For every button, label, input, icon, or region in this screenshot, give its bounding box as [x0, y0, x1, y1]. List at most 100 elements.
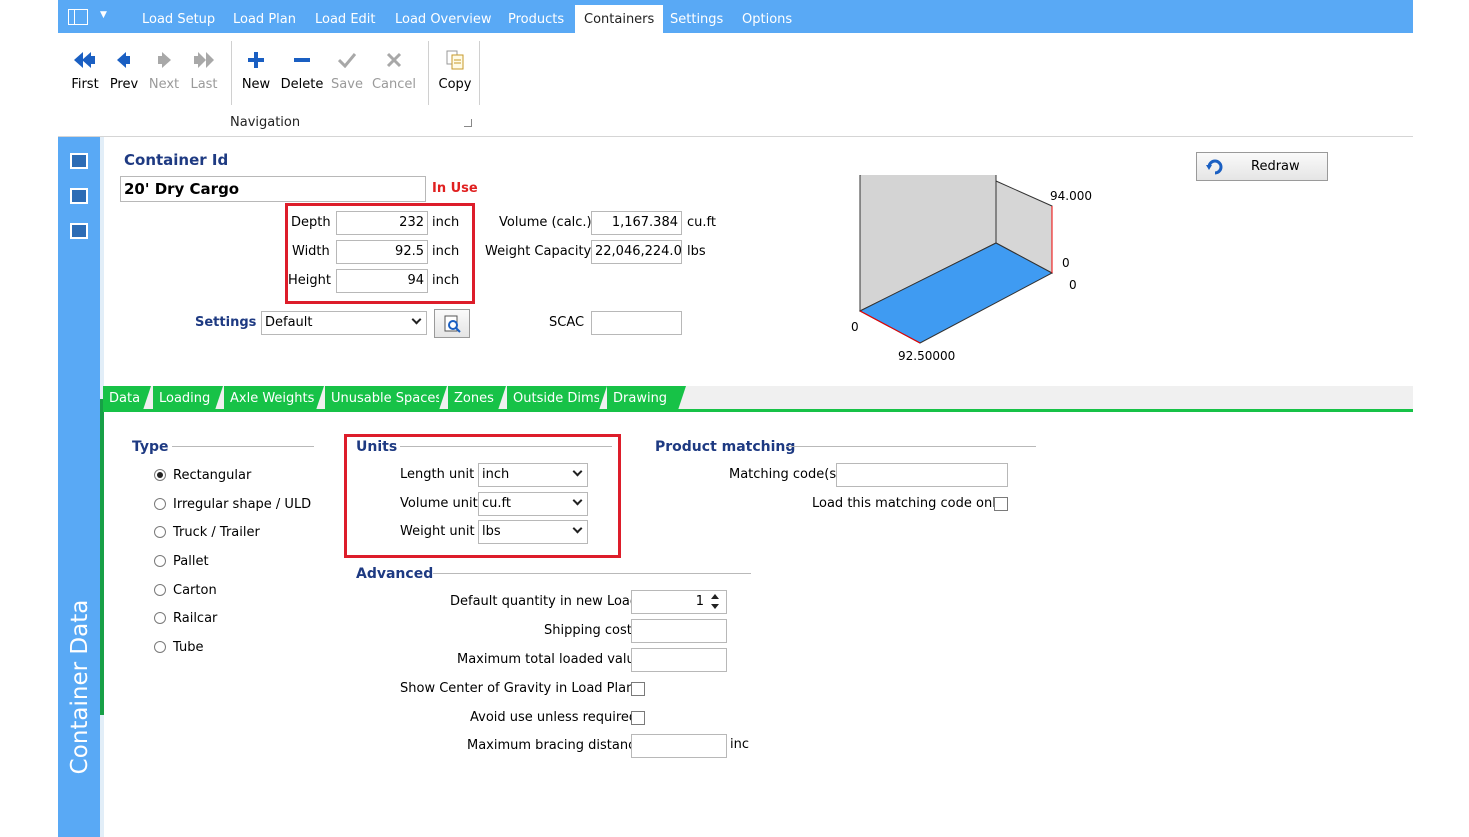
redraw-button[interactable]: Redraw [1196, 152, 1328, 181]
save-button[interactable]: Save [330, 47, 364, 92]
volume-unit-label: Volume unit [400, 496, 478, 511]
magnifier-document-icon [444, 315, 461, 333]
prev-button[interactable]: Prev [108, 47, 140, 92]
radio-tube[interactable] [154, 641, 166, 653]
max-bracing-distance-label: Maximum bracing distance [467, 738, 644, 753]
matching-codes-label: Matching code(s) [729, 467, 842, 482]
cancel-button[interactable]: Cancel [371, 47, 417, 92]
delete-button[interactable]: Delete [280, 47, 324, 92]
scac-input[interactable] [591, 311, 682, 335]
sidebar-edge [100, 137, 104, 837]
tab-load-overview[interactable]: Load Overview [395, 0, 492, 33]
tree-view-icon[interactable] [70, 153, 88, 169]
first-button[interactable]: First [68, 47, 102, 92]
app-menu-icon[interactable] [68, 9, 88, 25]
length-unit-label: Length unit [400, 467, 475, 482]
weight-capacity-label: Weight Capacity [485, 244, 592, 259]
copy-button[interactable]: Copy [436, 47, 474, 92]
depth-unit: inch [432, 215, 460, 230]
tab-options[interactable]: Options [742, 0, 792, 33]
weight-unit: lbs [687, 244, 706, 259]
type-option-label: Pallet [173, 554, 209, 569]
list-view-icon[interactable] [70, 188, 88, 204]
drawing-zero-label-a: 0 [1062, 256, 1070, 270]
settings-preview-button[interactable] [434, 309, 470, 338]
radio-rectangular[interactable] [154, 469, 166, 481]
dialog-launcher-icon[interactable] [464, 119, 472, 127]
matching-codes-input[interactable] [836, 463, 1008, 487]
width-unit: inch [432, 244, 460, 259]
container-id-input[interactable]: 20' Dry Cargo [120, 176, 426, 202]
radio-railcar[interactable] [154, 612, 166, 624]
tab-settings[interactable]: Settings [670, 0, 723, 33]
tab-loading[interactable]: Loading [153, 386, 223, 410]
matching-code-only-label: Load this matching code only [812, 496, 1004, 511]
height-input[interactable]: 94 [336, 269, 428, 293]
ribbon: First Prev Next Last New Delete Save Can… [58, 33, 1413, 137]
product-matching-section-title: Product matching [655, 439, 796, 455]
navigation-group-label: Navigation [230, 115, 301, 130]
drawing-height-label: 94.000 [1050, 189, 1092, 203]
width-input[interactable]: 92.5 [336, 240, 428, 264]
last-button[interactable]: Last [187, 47, 221, 92]
tab-unusable-spaces[interactable]: Unusable Spaces [325, 386, 447, 410]
radio-truck-trailer[interactable] [154, 526, 166, 538]
tab-zones[interactable]: Zones [448, 386, 506, 410]
tab-underline [103, 409, 1413, 412]
cross-icon [371, 47, 417, 73]
last-arrow-icon [187, 47, 221, 73]
settings-select[interactable]: Default [261, 311, 427, 335]
tab-containers[interactable]: Containers [575, 5, 664, 33]
center-of-gravity-label: Show Center of Gravity in Load Plans [400, 681, 642, 696]
tab-outside-dims[interactable]: Outside Dims [507, 386, 607, 410]
minus-icon [280, 47, 324, 73]
advanced-section-divider [433, 573, 751, 574]
tab-load-setup[interactable]: Load Setup [142, 0, 215, 33]
type-option-label: Irregular shape / ULD [173, 497, 312, 512]
chevron-down-icon [411, 314, 422, 325]
avoid-use-label: Avoid use unless required [470, 710, 638, 725]
new-button[interactable]: New [238, 47, 274, 92]
weight-capacity-input[interactable]: 22,046,224.0 [591, 240, 682, 264]
avoid-use-checkbox[interactable] [631, 711, 645, 725]
weight-unit-select[interactable]: lbs [478, 520, 588, 544]
volume-value: 1,167.384 [591, 211, 682, 235]
max-bracing-distance-input[interactable] [631, 734, 727, 758]
max-loaded-value-input[interactable] [631, 648, 727, 672]
sidebar-title: Container Data [67, 599, 93, 775]
spin-arrows-icon[interactable] [709, 592, 721, 612]
tab-drawing[interactable]: Drawing [607, 386, 686, 410]
plus-icon [238, 47, 274, 73]
app-menu-caret-icon[interactable]: ▼ [100, 10, 107, 20]
tab-axle-weights[interactable]: Axle Weights [224, 386, 324, 410]
image-view-icon[interactable] [70, 223, 88, 239]
type-option-label: Railcar [173, 611, 218, 626]
shipping-cost-input[interactable] [631, 619, 727, 643]
container-3d-drawing: 94.000 0 0 0 92.50000 [851, 175, 1092, 363]
volume-unit-select[interactable]: cu.ft [478, 492, 588, 516]
radio-irregular-shape[interactable] [154, 498, 166, 510]
type-section-divider [172, 446, 314, 447]
settings-label: Settings [195, 315, 257, 330]
advanced-section-title: Advanced [356, 566, 434, 582]
tab-load-edit[interactable]: Load Edit [315, 0, 376, 33]
radio-pallet[interactable] [154, 555, 166, 567]
next-button[interactable]: Next [147, 47, 181, 92]
center-of-gravity-checkbox[interactable] [631, 682, 645, 696]
drawing-width-label: 92.50000 [898, 349, 955, 363]
scac-label: SCAC [549, 315, 585, 330]
tab-data[interactable]: Data [103, 386, 151, 410]
tab-products[interactable]: Products [508, 0, 564, 33]
container-id-label: Container Id [124, 151, 229, 169]
depth-input[interactable]: 232 [336, 211, 428, 235]
tab-load-plan[interactable]: Load Plan [233, 0, 296, 33]
sidebar: Container Data [58, 137, 100, 837]
chevron-down-icon [572, 466, 583, 477]
radio-carton[interactable] [154, 584, 166, 596]
weight-unit-label: Weight unit [400, 524, 475, 539]
matching-code-only-checkbox[interactable] [994, 497, 1008, 511]
height-unit: inch [432, 273, 460, 288]
chevron-down-icon [572, 495, 583, 506]
length-unit-select[interactable]: inch [478, 463, 588, 487]
type-option-label: Carton [173, 583, 217, 598]
